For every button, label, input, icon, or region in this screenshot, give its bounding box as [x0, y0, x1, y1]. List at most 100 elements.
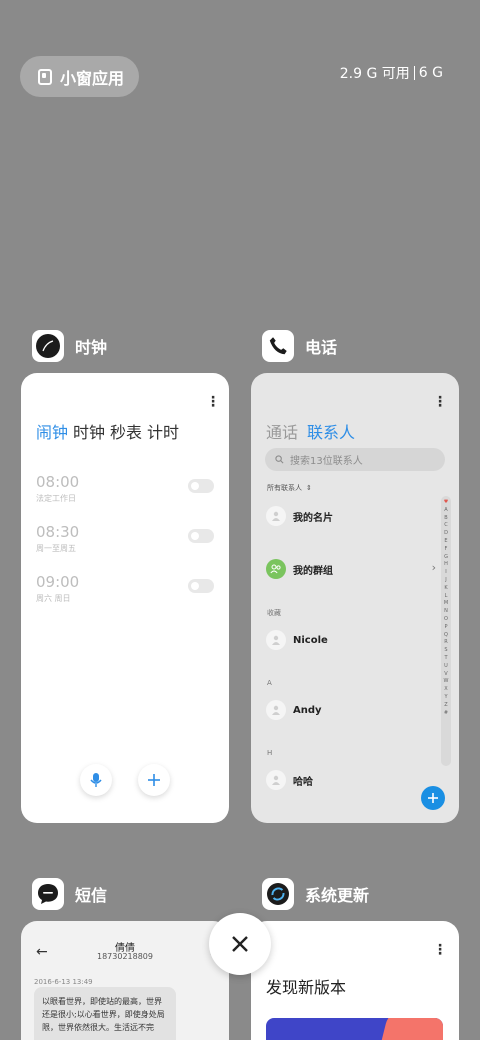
alphabet-letter[interactable]: J	[445, 577, 446, 585]
clock-app-card[interactable]: ⋮ 闹钟 时钟 秒表 计时 08:00 法定工作日 08:30 周一至周五 09…	[21, 373, 229, 823]
alphabet-letter[interactable]: #	[444, 710, 448, 718]
clear-all-button[interactable]	[209, 913, 271, 975]
alphabet-letter[interactable]: G	[444, 554, 448, 562]
alphabet-letter[interactable]: M	[444, 600, 448, 608]
alphabet-letter[interactable]: A	[444, 507, 447, 515]
alarm-item[interactable]: 08:30 周一至周五	[36, 523, 214, 554]
memory-divider	[413, 66, 415, 80]
refresh-arrow-icon	[262, 878, 294, 910]
alphabet-letter[interactable]: O	[444, 616, 448, 624]
contact-row[interactable]: 哈哈	[266, 769, 436, 791]
small-window-apps-button[interactable]: 小窗应用	[20, 56, 139, 97]
alarm-toggle[interactable]	[188, 529, 214, 543]
alphabet-letter[interactable]: K	[444, 585, 447, 593]
alarm-time: 09:00	[36, 573, 80, 591]
my-card-row[interactable]: 我的名片	[266, 505, 436, 527]
alphabet-letter[interactable]: C	[444, 522, 448, 530]
alphabet-letter[interactable]: Q	[444, 632, 448, 640]
alarm-repeat: 法定工作日	[36, 494, 76, 503]
alphabet-letter[interactable]: R	[444, 639, 447, 647]
alphabet-letter[interactable]: Z	[444, 702, 447, 710]
search-icon	[275, 455, 284, 464]
memory-total: 6 G	[418, 65, 443, 81]
alarm-time: 08:30	[36, 523, 80, 541]
phone-app-card[interactable]: ⋮ 通话 联系人 搜索13位联系人 所有联系人 ⇕ 我的名片 我的群组 › 收藏…	[251, 373, 459, 823]
alphabet-letter[interactable]: N	[444, 608, 448, 616]
contact-row[interactable]: Andy	[266, 699, 436, 721]
alarm-repeat: 周一至周五	[36, 544, 76, 553]
banner-shape	[372, 1018, 443, 1040]
more-options-icon[interactable]: ⋮	[433, 395, 447, 409]
message-timestamp: 2016-6-13 13:49	[34, 978, 93, 986]
messages-app-name: 短信	[75, 886, 108, 905]
message-bubble: 以眼看世界，即使站的最高，世界还是很小;以心看世界，即使身处局限，世界依然很大。…	[34, 987, 176, 1040]
phone-app-name: 电话	[305, 338, 338, 357]
alphabet-letter[interactable]: X	[444, 686, 447, 694]
alphabet-letter[interactable]: F	[445, 546, 448, 554]
chevron-right-icon: ›	[431, 561, 436, 574]
section-header: A	[267, 679, 272, 687]
tab-calls[interactable]: 通话	[266, 419, 298, 443]
more-options-icon[interactable]: ⋮	[433, 943, 447, 957]
messages-app-header[interactable]: 短信	[32, 878, 107, 910]
my-card-label: 我的名片	[293, 512, 333, 524]
contact-name: Andy	[293, 704, 322, 716]
person-icon	[266, 630, 286, 650]
person-icon	[266, 770, 286, 790]
alphabet-letter[interactable]: U	[444, 663, 448, 671]
tab-contacts[interactable]: 联系人	[307, 419, 355, 443]
alphabet-index[interactable]: ♥ A B C D E F G H I J K L M N O P Q R S T U V W X Y Z #	[441, 496, 451, 766]
person-icon	[266, 506, 286, 526]
small-window-icon	[38, 68, 52, 85]
conversation-number: 18730218809	[97, 952, 153, 961]
contact-filter[interactable]: 所有联系人 ⇕	[267, 483, 312, 493]
small-window-label: 小窗应用	[60, 68, 125, 88]
add-alarm-button[interactable]	[138, 764, 170, 796]
update-app-card[interactable]: ⋮ 发现新版本	[251, 921, 459, 1040]
contact-name: Nicole	[293, 634, 328, 646]
update-app-header[interactable]: 系统更新	[262, 878, 369, 910]
alphabet-letter[interactable]: ♥	[444, 499, 448, 507]
alarm-repeat: 周六 周日	[36, 594, 71, 603]
tab-stopwatch[interactable]: 秒表	[110, 419, 142, 443]
clock-app-name: 时钟	[75, 338, 108, 357]
alphabet-letter[interactable]: W	[444, 678, 449, 686]
section-header: 收藏	[267, 609, 281, 617]
tab-clock[interactable]: 时钟	[73, 419, 105, 443]
search-placeholder: 搜索13位联系人	[290, 456, 363, 467]
alphabet-letter[interactable]: D	[444, 530, 448, 538]
alarm-item[interactable]: 09:00 周六 周日	[36, 573, 214, 604]
contact-search-input[interactable]: 搜索13位联系人	[265, 448, 445, 471]
alphabet-letter[interactable]: S	[444, 647, 447, 655]
person-icon	[266, 700, 286, 720]
alphabet-letter[interactable]: B	[444, 515, 447, 523]
alphabet-letter[interactable]: I	[445, 569, 446, 577]
clock-app-header[interactable]: 时钟	[32, 330, 107, 362]
tab-timer[interactable]: 计时	[147, 419, 179, 443]
phone-handset-icon	[262, 330, 294, 362]
alphabet-letter[interactable]: Y	[444, 694, 447, 702]
alphabet-letter[interactable]: P	[444, 624, 447, 632]
more-options-icon[interactable]: ⋮	[206, 395, 220, 409]
alarm-item[interactable]: 08:00 法定工作日	[36, 473, 214, 504]
voice-alarm-button[interactable]	[80, 764, 112, 796]
tab-alarm[interactable]: 闹钟	[36, 419, 68, 443]
alphabet-letter[interactable]: E	[444, 538, 447, 546]
close-x-icon	[232, 936, 248, 952]
alphabet-letter[interactable]: H	[444, 561, 448, 569]
alphabet-letter[interactable]: V	[444, 671, 447, 679]
alarm-toggle[interactable]	[188, 579, 214, 593]
memory-status: 2.9 G 可用 6 G	[340, 63, 443, 83]
phone-app-header[interactable]: 电话	[262, 330, 337, 362]
my-groups-row[interactable]: 我的群组 ›	[266, 558, 436, 580]
add-contact-button[interactable]	[421, 786, 445, 810]
messages-app-card[interactable]: ← 倩倩 18730218809 ⋮ 2016-6-13 13:49 以眼看世界…	[21, 921, 229, 1040]
alphabet-letter[interactable]: L	[445, 593, 448, 601]
alarm-toggle[interactable]	[188, 479, 214, 493]
update-banner	[266, 1018, 443, 1040]
section-header: H	[267, 749, 273, 757]
alphabet-letter[interactable]: T	[444, 655, 447, 663]
contact-row[interactable]: Nicole	[266, 629, 436, 651]
group-icon	[266, 559, 286, 579]
chat-bubble-icon	[32, 878, 64, 910]
